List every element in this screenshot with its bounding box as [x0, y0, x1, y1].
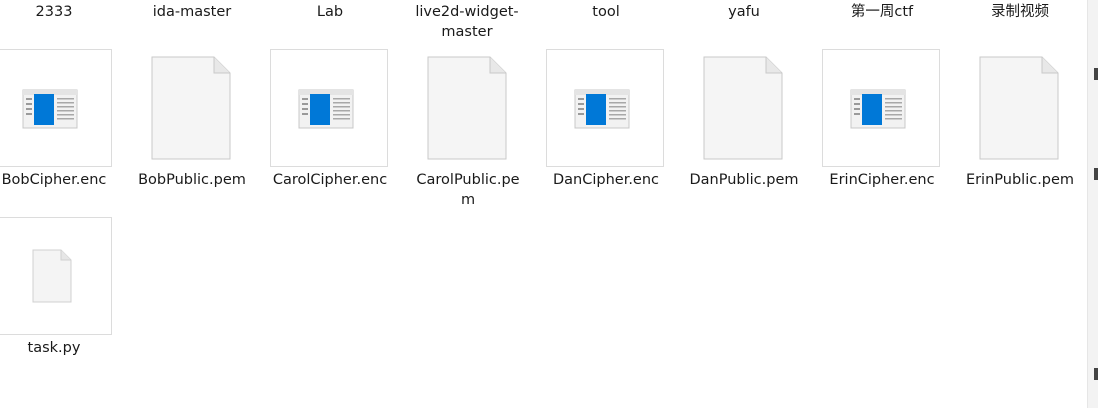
file-name: ErinCipher.enc: [829, 172, 935, 188]
file-name: BobPublic.pem: [138, 172, 246, 188]
file-item-bobpublic[interactable]: BobPublic.pem: [126, 49, 258, 219]
file-explorer-view: 2333 ida-master Lab live2d-widget- maste…: [0, 0, 1098, 408]
file-name: ErinPublic.pem: [965, 172, 1075, 188]
blank-document-icon: [960, 49, 1078, 167]
file-item-erincipher[interactable]: ErinCipher.enc: [816, 49, 948, 219]
file-name: DanCipher.enc: [552, 172, 660, 188]
app-window-icon: [546, 49, 664, 167]
file-name: DanPublic.pem: [689, 172, 799, 188]
blank-document-icon: [684, 49, 802, 167]
app-window-icon: [822, 49, 940, 167]
edge-marker: [1094, 68, 1098, 80]
vertical-scrollbar[interactable]: [1087, 0, 1098, 408]
folder-item-ida-master[interactable]: ida-master: [126, 2, 258, 22]
file-name: CarolPublic.pe m: [416, 172, 520, 208]
file-item-carolcipher[interactable]: CarolCipher.enc: [264, 49, 396, 219]
app-window-icon: [270, 49, 388, 167]
file-item-danpublic[interactable]: DanPublic.pem: [678, 49, 810, 219]
folder-item-recorded-videos[interactable]: 录制视频: [954, 2, 1086, 22]
file-item-bobcipher[interactable]: BobCipher.enc: [0, 49, 120, 219]
folder-item-week1-ctf[interactable]: 第一周ctf: [816, 2, 948, 22]
file-item-task-py[interactable]: task.py: [0, 217, 120, 387]
blank-document-icon: [408, 49, 526, 167]
app-window-icon: [0, 49, 112, 167]
folder-item-live2d-widget-master[interactable]: live2d-widget- master: [401, 2, 533, 42]
file-item-erinpublic[interactable]: ErinPublic.pem: [954, 49, 1086, 219]
blank-document-icon: [132, 49, 250, 167]
edge-marker: [1094, 168, 1098, 180]
folder-item-2333[interactable]: 2333: [0, 2, 120, 22]
edge-marker: [1094, 368, 1098, 380]
folder-item-lab[interactable]: Lab: [264, 2, 396, 22]
file-item-carolpublic[interactable]: CarolPublic.pe m: [402, 49, 534, 219]
python-file-icon: [0, 217, 112, 335]
file-name: CarolCipher.enc: [272, 172, 388, 188]
folder-name-row: 2333 ida-master Lab live2d-widget- maste…: [0, 0, 1098, 48]
file-name: task.py: [27, 340, 81, 356]
file-name: BobCipher.enc: [1, 172, 107, 188]
folder-item-tool[interactable]: tool: [540, 2, 672, 22]
folder-item-yafu[interactable]: yafu: [678, 2, 810, 22]
file-item-dancipher[interactable]: DanCipher.enc: [540, 49, 672, 219]
